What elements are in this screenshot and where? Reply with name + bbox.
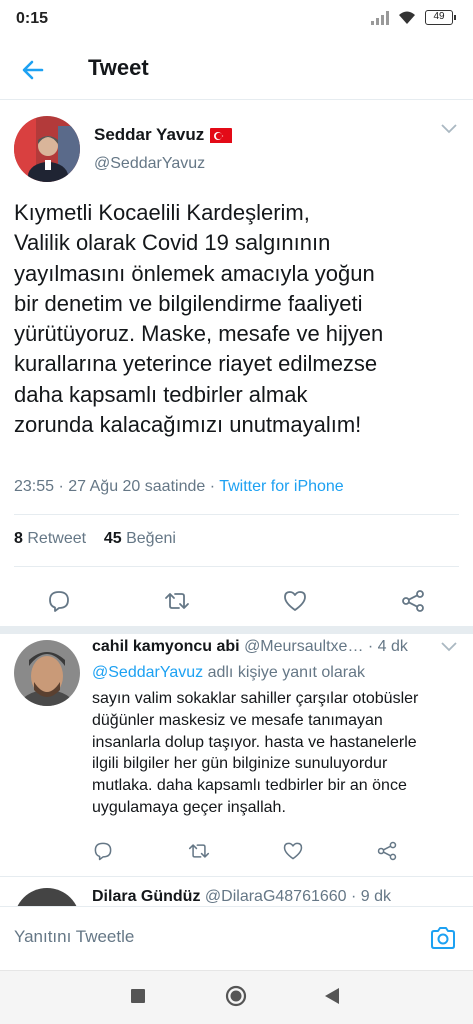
reply-text-line: düğünler maskesiz ve mesafe tanımayan [92,711,383,729]
tweet-text-line: zorunda kalacağımızı unutmayalım! [14,412,362,438]
status-bar: 0:15 49 [0,0,473,40]
tweet-timestamp: 23:55 · 27 Ağu 20 saatinde · Twitter for… [14,478,344,496]
avatar[interactable] [14,116,80,182]
tweet-text-line: kurallarına yeterince riayet edilmezse [14,351,378,377]
reply-text-line: ilgili bilgiler her gün bilginize sunulu… [92,755,388,773]
reply-header: cahil kamyoncu abi @Meursaultxe… · 4 dk [92,638,432,656]
comment-icon[interactable] [46,588,72,614]
author-name[interactable]: Seddar Yavuz [94,125,233,145]
reply-author-handle[interactable]: @Meursaultxe… [244,638,363,655]
reply-author-name[interactable]: Dilara Gündüz [92,888,200,905]
section-divider [0,626,473,634]
comment-icon[interactable] [92,840,114,862]
retweet-icon[interactable] [188,840,210,862]
retweet-stat[interactable]: 8 Retweet [14,530,86,547]
replying-to: @SeddarYavuz adlı kişiye yanıt olarak [92,664,365,682]
author-name-label: Seddar Yavuz [94,125,205,144]
reply-time: · 4 dk [367,638,408,655]
reply-tweet[interactable]: Dilara Gündüz @DilaraG48761660 · 9 dk [0,878,473,908]
share-icon[interactable] [400,588,426,614]
tweet-text-line: yayılmasını önlemek amacıyla yoğun [14,260,375,286]
back-triangle-icon[interactable] [324,987,340,1005]
tweet-text-line: Kıymetli Kocaelili Kardeşlerim, [14,200,310,225]
tweet-actions [0,580,473,620]
status-icons: 49 [371,10,456,25]
camera-icon[interactable] [429,925,457,951]
reply-text-line: mutlaka. daha kapsamlı tedbirler bir an … [92,777,407,795]
retweet-icon[interactable] [164,588,190,614]
like-stat[interactable]: 45 Beğeni [104,530,176,547]
divider [14,514,459,515]
header: Tweet [0,40,473,100]
tweet-text-line: daha kapsamlı tedbirler almak [14,381,308,407]
reply-text: sayın valim sokaklar sahiller çarşılar o… [92,688,462,819]
home-icon[interactable] [224,984,248,1008]
reply-to-mention[interactable]: @SeddarYavuz [92,664,203,681]
share-icon[interactable] [376,840,398,862]
system-nav-bar [0,970,473,1024]
turkey-flag-icon [210,128,233,143]
status-time: 0:15 [16,10,49,27]
reply-author-handle[interactable]: @DilaraG48761660 [205,888,347,905]
tweet-text-line: yürütüyoruz. Maske, mesafe ve hijyen [14,321,384,347]
heart-icon[interactable] [282,840,304,862]
arrow-left-icon[interactable] [18,55,48,85]
reply-time: · 9 dk [351,888,392,905]
divider [14,566,459,567]
reply-to-suffix: adlı kişiye yanıt olarak [203,664,365,681]
like-stat-label: Beğeni [126,530,176,547]
page-title: Tweet [88,55,149,80]
heart-icon[interactable] [282,588,308,614]
recents-icon[interactable] [130,988,146,1004]
retweet-stat-label: Retweet [27,530,87,547]
source-link[interactable]: Twitter for iPhone [219,478,344,495]
reply-input[interactable]: Yanıtını Tweetle [14,927,134,947]
tweet-text: Kıymetli Kocaelili Kardeşlerim, Valilik … [14,198,459,440]
reply-text-line: uygulamaya geçer inşallah. [92,798,286,816]
tweet-stats: 8 Retweet 45 Beğeni [14,530,176,548]
divider [0,876,473,877]
avatar[interactable] [14,888,80,908]
author-handle[interactable]: @SeddarYavuz [94,155,205,173]
timestamp-text: 23:55 · 27 Ağu 20 saatinde · [14,478,220,495]
signal-icon [371,10,389,25]
retweet-count: 8 [14,530,23,547]
reply-header: Dilara Gündüz @DilaraG48761660 · 9 dk [92,888,391,906]
compose-bar: Yanıtını Tweetle [0,906,473,970]
tweet-text-line: Valilik olarak Covid 19 salgınının [14,230,331,256]
reply-actions [0,838,473,868]
reply-author-name[interactable]: cahil kamyoncu abi [92,638,240,655]
tweet-text-line: bir denetim ve bilgilendirme faaliyeti [14,290,363,316]
avatar[interactable] [14,640,80,706]
reply-text-line: sayın valim sokaklar sahiller çarşılar o… [92,690,419,707]
wifi-icon [399,11,415,24]
battery-icon: 49 [425,10,456,25]
reply-text-line: insanlarla dolup taşıyor. hasta ve hasta… [92,733,417,751]
like-count: 45 [103,530,122,547]
chevron-down-icon[interactable] [441,124,457,134]
chevron-down-icon[interactable] [441,642,457,652]
